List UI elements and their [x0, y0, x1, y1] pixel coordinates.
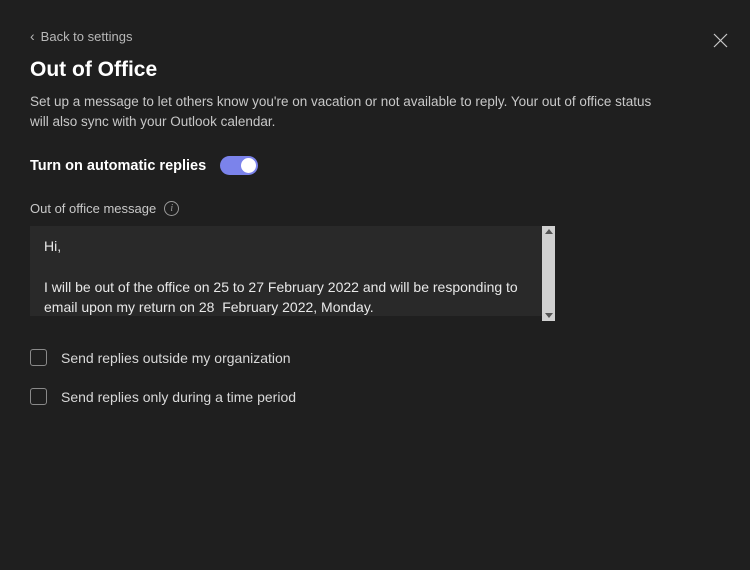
page-description: Set up a message to let others know you'… — [30, 92, 660, 133]
close-icon — [713, 33, 728, 48]
back-link-label: Back to settings — [41, 29, 133, 44]
toggle-knob — [241, 158, 256, 173]
info-icon[interactable]: i — [164, 201, 179, 216]
time-period-label: Send replies only during a time period — [61, 389, 296, 405]
close-button[interactable] — [708, 28, 732, 52]
chevron-left-icon: ‹ — [30, 29, 35, 43]
out-of-office-message-input[interactable] — [30, 226, 555, 316]
page-title: Out of Office — [30, 58, 720, 82]
time-period-checkbox-row[interactable]: Send replies only during a time period — [30, 388, 720, 405]
time-period-checkbox[interactable] — [30, 388, 47, 405]
message-field-label: Out of office message — [30, 201, 156, 216]
send-outside-checkbox[interactable] — [30, 349, 47, 366]
auto-replies-toggle-label: Turn on automatic replies — [30, 158, 206, 174]
scroll-up-icon — [545, 229, 553, 234]
auto-replies-toggle[interactable] — [220, 156, 258, 175]
send-outside-label: Send replies outside my organization — [61, 350, 291, 366]
send-outside-checkbox-row[interactable]: Send replies outside my organization — [30, 349, 720, 366]
scroll-down-icon — [545, 313, 553, 318]
back-to-settings-link[interactable]: ‹ Back to settings — [30, 29, 132, 44]
scrollbar[interactable] — [542, 226, 555, 321]
